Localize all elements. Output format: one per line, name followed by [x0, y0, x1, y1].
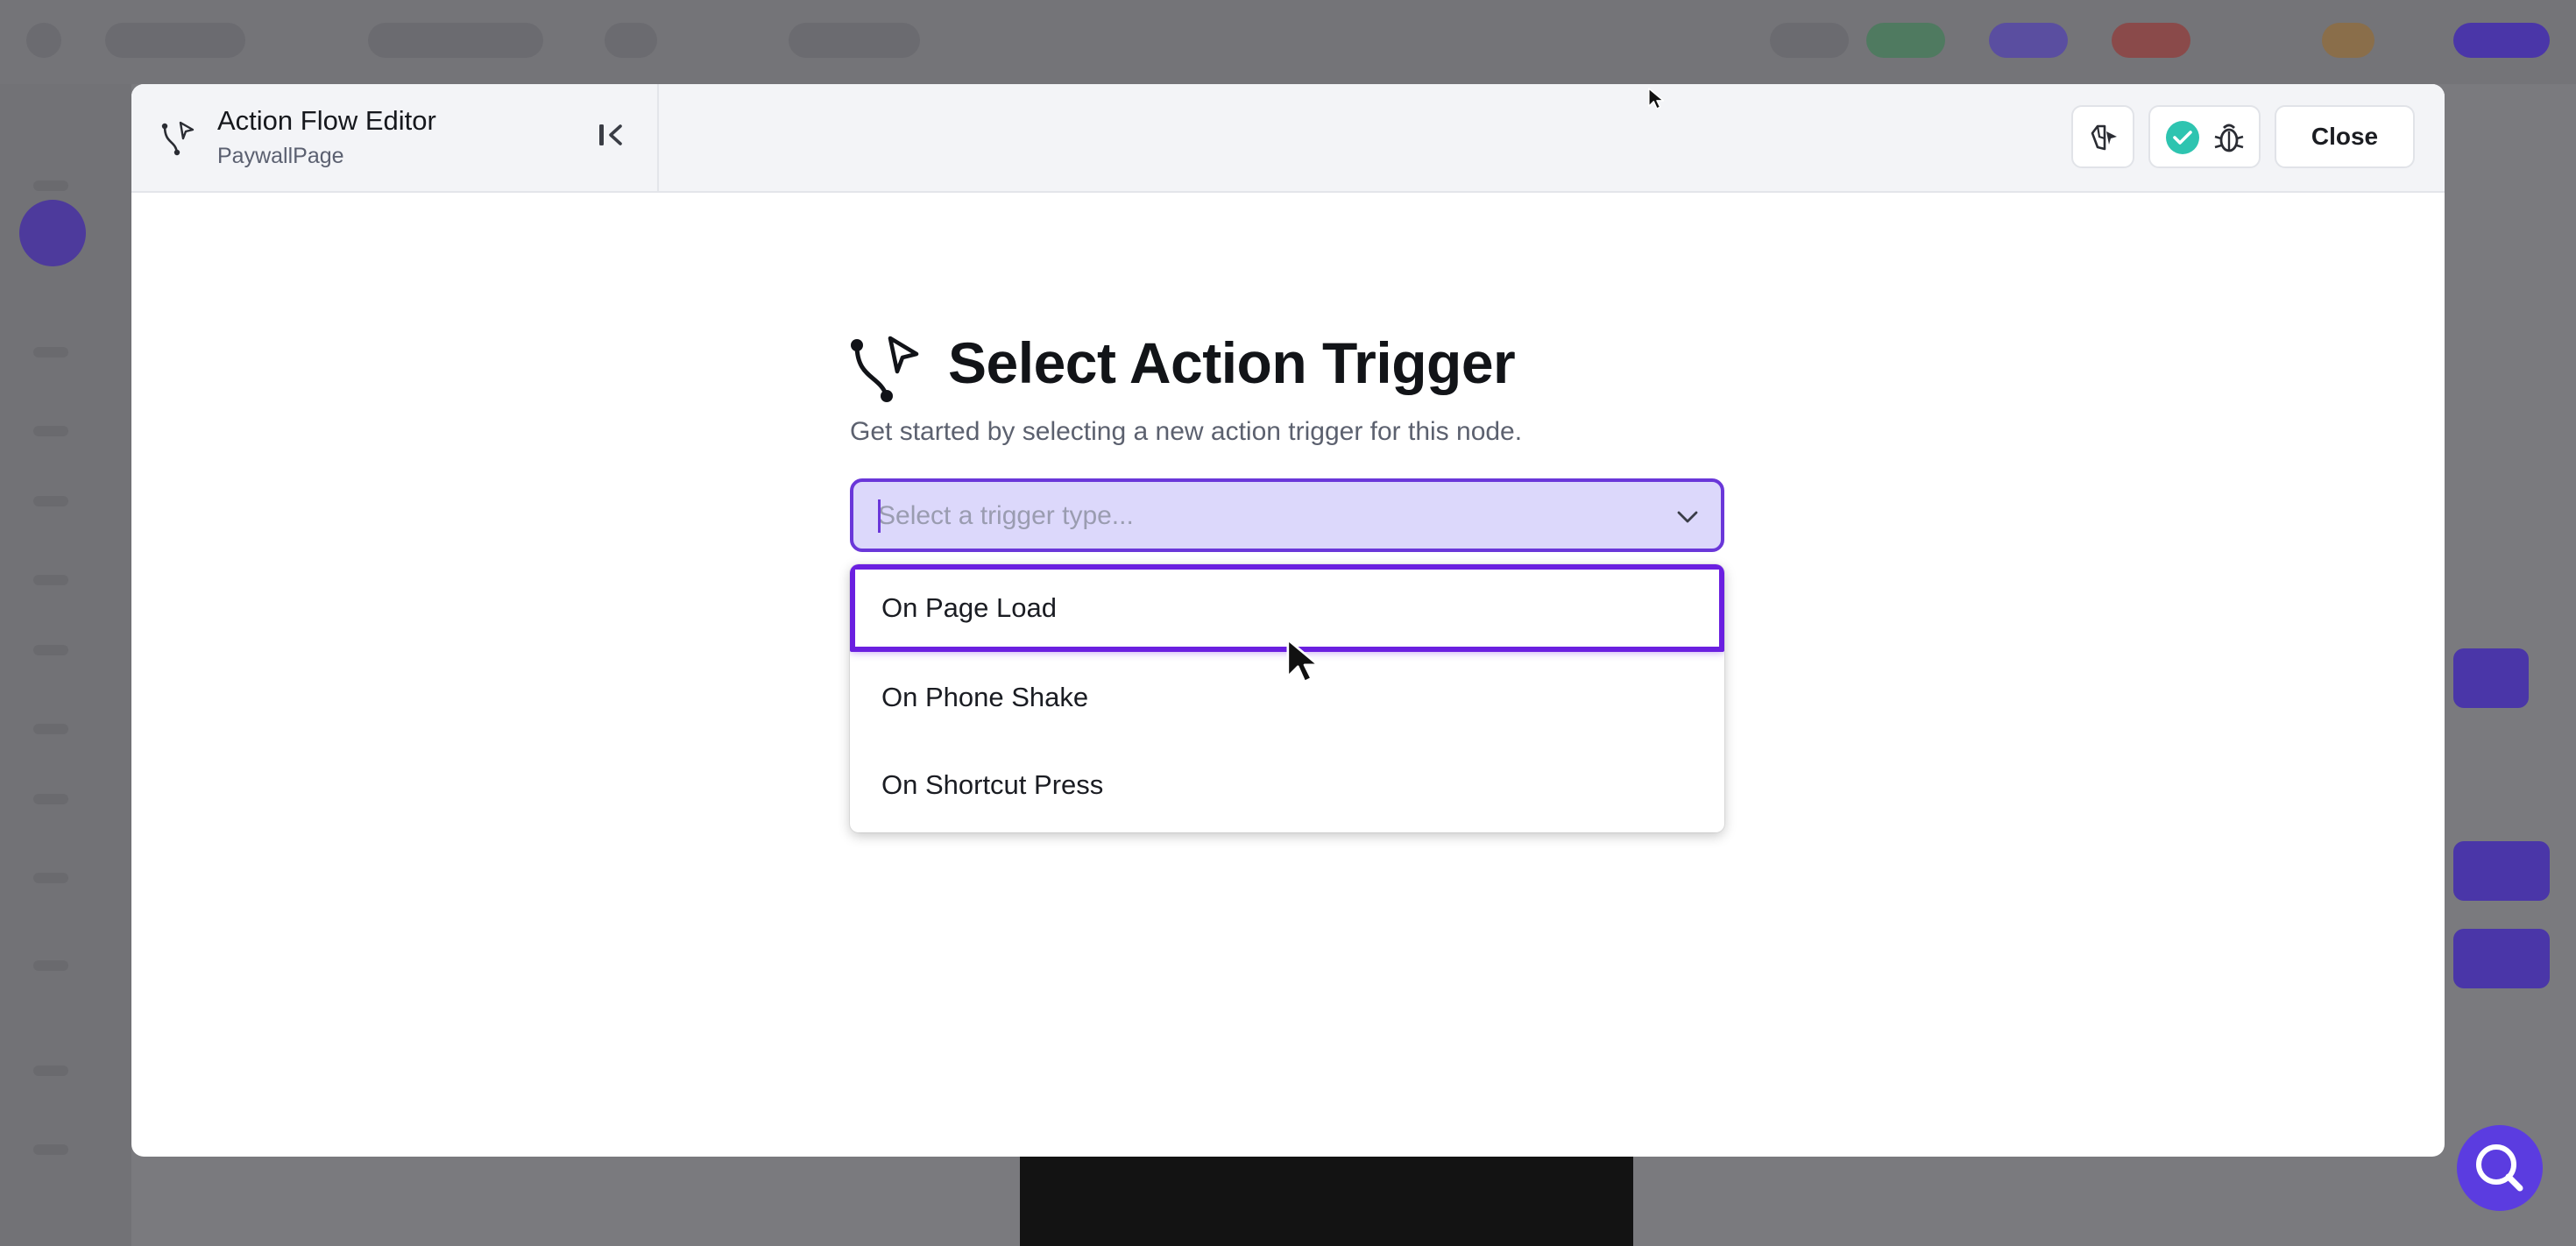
trigger-options-list: On Page Load On Phone Shake On Shortcut … [850, 564, 1724, 832]
check-circle-icon [2166, 121, 2199, 154]
background-avatar [19, 200, 86, 266]
action-flow-icon [161, 121, 195, 156]
run-debug-button[interactable] [2148, 105, 2261, 168]
modal-header: Action Flow Editor PaywallPage Close [131, 84, 2445, 193]
trigger-panel-title: Select Action Trigger [948, 330, 1516, 395]
ai-assist-icon [2091, 124, 2117, 151]
search-icon [2476, 1144, 2523, 1192]
bug-icon [2214, 124, 2244, 152]
action-flow-editor-modal: Action Flow Editor PaywallPage Close Sel… [131, 84, 2445, 1157]
trigger-type-search-input[interactable] [878, 498, 1631, 535]
editor-title: Action Flow Editor [217, 105, 436, 136]
trigger-panel-description: Get started by selecting a new action tr… [850, 417, 1523, 446]
collapse-panel-icon[interactable] [592, 116, 631, 154]
trigger-type-select[interactable] [850, 478, 1724, 552]
chevron-down-icon[interactable] [1674, 503, 1702, 531]
mouse-pointer-icon [1286, 638, 1320, 683]
page-name: PaywallPage [217, 144, 344, 168]
search-fab-button[interactable] [2457, 1125, 2543, 1211]
option-on-shortcut-press[interactable]: On Shortcut Press [850, 741, 1724, 829]
text-caret [878, 499, 881, 533]
background-device-preview [1020, 1157, 1633, 1246]
mouse-cursor-icon [1648, 88, 1665, 110]
action-trigger-icon [851, 336, 919, 402]
ai-assist-button[interactable] [2071, 105, 2134, 168]
close-button[interactable]: Close [2275, 105, 2415, 168]
header-title-section: Action Flow Editor PaywallPage [131, 84, 659, 191]
